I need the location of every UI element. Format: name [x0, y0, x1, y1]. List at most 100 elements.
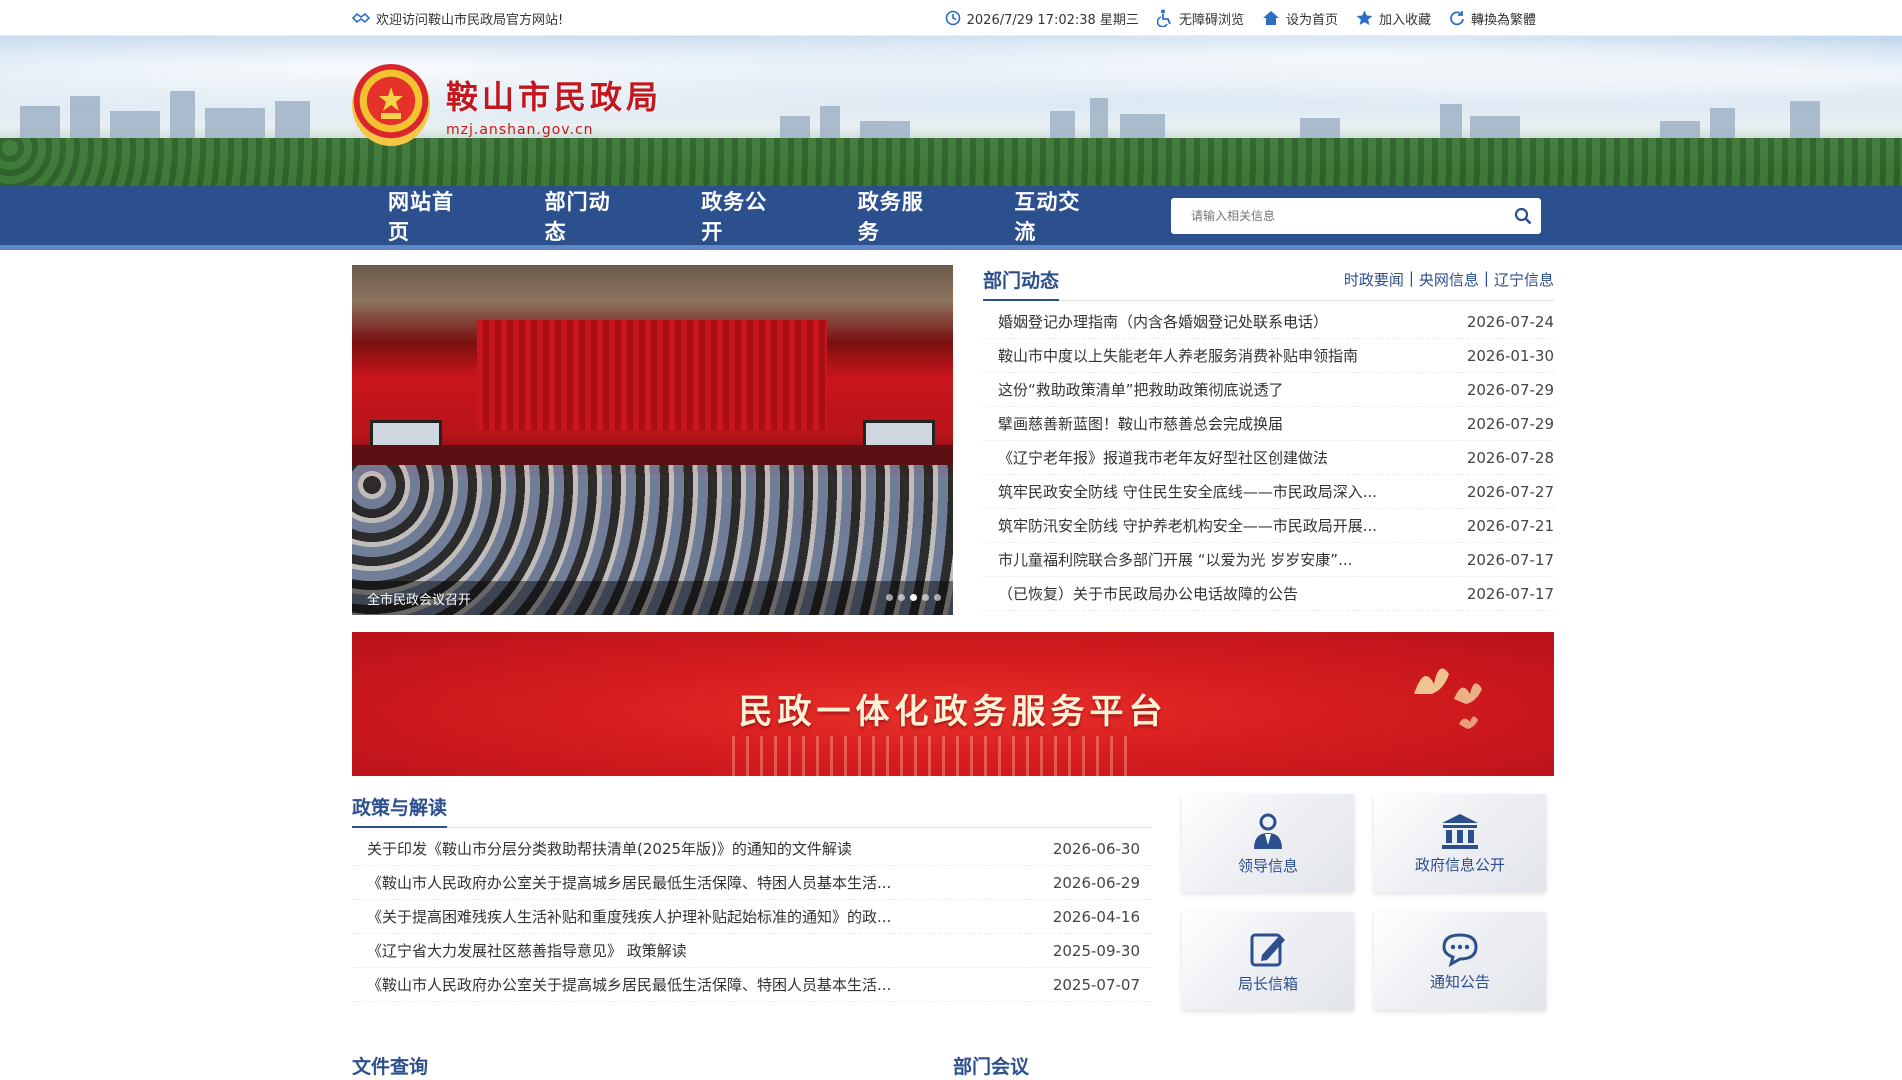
file-query-title[interactable]: 文件查询 [352, 1052, 953, 1079]
policy-item-title: 关于印发《鞍山市分层分类救助帮扶清单(2025年版)》的通知的文件解读 [367, 840, 852, 858]
accessibility-label: 无障碍浏览 [1178, 12, 1244, 28]
list-item[interactable]: 擘画慈善新蓝图！鞍山市慈善总会完成换届 2026-07-29 [983, 407, 1554, 441]
tile-label: 政府信息公开 [1414, 855, 1505, 874]
link-current-affairs[interactable]: 时政要闻 [1344, 269, 1404, 290]
dept-news-panel: 部门动态 时政要闻 | 央网信息 | 辽宁信息 婚姻登记办理指南（内含各婚姻登记… [983, 265, 1554, 615]
clock-datetime: 2026/7/29 17:02:38 星期三 [945, 9, 1139, 28]
nav-dept-news[interactable]: 部门动态 [545, 186, 632, 246]
list-item[interactable]: （已恢复）关于市民政局办公电话故障的公告 2026-07-17 [983, 577, 1554, 611]
news-date: 2026-01-30 [1466, 346, 1554, 365]
datetime-text: 2026/7/29 17:02:38 星期三 [966, 12, 1139, 28]
link-liaoning[interactable]: 辽宁信息 [1494, 269, 1554, 290]
search-button[interactable] [1505, 198, 1541, 234]
news-title: 擘画慈善新蓝图！鞍山市慈善总会完成换届 [998, 415, 1284, 433]
slider-dot[interactable] [934, 594, 941, 601]
news-date: 2026-07-21 [1466, 516, 1554, 535]
leader-icon [1254, 813, 1282, 849]
nav-interaction[interactable]: 互动交流 [1014, 186, 1101, 246]
traditional-label: 轉換為繁體 [1470, 12, 1536, 28]
slider-dot-active[interactable] [910, 594, 917, 601]
tile-gov-info-public[interactable]: 政府信息公开 [1374, 794, 1546, 892]
banner-trees [0, 138, 1902, 186]
policy-item-date: 2026-06-29 [1052, 873, 1140, 892]
welcome-text: 欢迎访问鞍山市民政局官方网站! [376, 12, 564, 28]
news-title: 筑牢防汛安全防线 守护养老机构安全——市民政局开展... [998, 517, 1378, 535]
photo-slider[interactable]: 全市民政会议召开 [352, 265, 953, 615]
news-date: 2026-07-24 [1466, 312, 1554, 331]
news-date: 2026-07-27 [1466, 482, 1554, 501]
list-item[interactable]: 《辽宁老年报》报道我市老年友好型社区创建做法 2026-07-28 [983, 441, 1554, 475]
slider-dot[interactable] [898, 594, 905, 601]
news-date: 2026-07-28 [1466, 448, 1554, 467]
header-banner: 鞍山市民政局 mzj.anshan.gov.cn [0, 36, 1902, 186]
handshake-icon [352, 12, 370, 24]
edit-mail-icon [1250, 933, 1285, 966]
service-platform-title: 民政一体化政务服务平台 [738, 692, 1168, 732]
set-home-link[interactable]: 设为首页 [1262, 9, 1338, 28]
nav-gov-services[interactable]: 政务服务 [858, 186, 945, 246]
news-title: 筑牢民政安全防线 守住民生安全底线——市民政局深入... [998, 483, 1378, 501]
news-title: 《辽宁老年报》报道我市老年友好型社区创建做法 [998, 449, 1329, 467]
policy-panel: 政策与解读 关于印发《鞍山市分层分类救助帮扶清单(2025年版)》的通知的文件解… [352, 792, 1152, 1010]
policy-item-date: 2026-06-30 [1052, 839, 1140, 858]
dept-meeting-title[interactable]: 部门会议 [953, 1052, 1029, 1079]
news-title: 鞍山市中度以上失能老年人养老服务消费补贴申领指南 [998, 347, 1359, 365]
service-platform-banner[interactable]: 民政一体化政务服务平台 [352, 632, 1554, 776]
policy-item-title: 《辽宁省大力发展社区慈善指导意见》 政策解读 [367, 942, 687, 960]
news-title: （已恢复）关于市民政局办公电话故障的公告 [998, 585, 1299, 603]
policy-item-date: 2026-04-16 [1052, 907, 1140, 926]
list-item[interactable]: 这份“救助政策清单”把救助政策彻底说透了 2026-07-29 [983, 373, 1554, 407]
policy-item-date: 2025-09-30 [1052, 941, 1140, 960]
accessibility-link[interactable]: 无障碍浏览 [1156, 9, 1244, 28]
list-item[interactable]: 筑牢防汛安全防线 守护养老机构安全——市民政局开展... 2026-07-21 [983, 509, 1554, 543]
nav-home[interactable]: 网站首页 [352, 186, 475, 246]
top-bar: 欢迎访问鞍山市民政局官方网站! 2026/7/29 17:02:38 星期三 无… [0, 0, 1902, 36]
link-separator: | [1483, 269, 1489, 287]
chat-bubble-icon [1442, 932, 1478, 967]
list-item[interactable]: 《辽宁省大力发展社区慈善指导意见》 政策解读 2025-09-30 [352, 934, 1152, 968]
slider-dot[interactable] [886, 594, 893, 601]
traditional-chinese-link[interactable]: 轉換為繁體 [1449, 9, 1536, 28]
star-icon [1356, 10, 1373, 25]
policy-item-title: 《鞍山市人民政府办公室关于提高城乡居民最低生活保障、特困人员基本生活... [367, 874, 892, 892]
site-title: 鞍山市民政局 [446, 78, 663, 116]
favorite-link[interactable]: 加入收藏 [1356, 9, 1431, 28]
clock-icon [945, 10, 960, 26]
list-item[interactable]: 《鞍山市人民政府办公室关于提高城乡居民最低生活保障、特困人员基本生活... 202… [352, 968, 1152, 1002]
nav-gov-affairs[interactable]: 政务公开 [701, 186, 788, 246]
banner-skyline [732, 736, 1132, 776]
tile-leader-info[interactable]: 领导信息 [1182, 794, 1354, 892]
site-domain: mzj.anshan.gov.cn [446, 122, 594, 138]
policy-title[interactable]: 政策与解读 [352, 793, 448, 828]
policy-item-title: 《关于提高困难残疾人生活补贴和重度残疾人护理补贴起始标准的通知》的政... [367, 908, 892, 926]
list-item[interactable]: 市儿童福利院联合多部门开展 “以爱为光 岁岁安康”... 2026-07-17 [983, 543, 1554, 577]
quick-links: 领导信息 政府信息公开 局长信箱 通知公告 [1182, 794, 1546, 1010]
main-nav: 网站首页 部门动态 政务公开 政务服务 互动交流 [0, 186, 1902, 250]
tile-label: 领导信息 [1237, 856, 1298, 875]
welcome-message: 欢迎访问鞍山市民政局官方网站! [352, 9, 563, 28]
set-home-label: 设为首页 [1285, 12, 1338, 28]
link-separator: | [1408, 269, 1414, 287]
list-item[interactable]: 筑牢民政安全防线 守住民生安全底线——市民政局深入... 2026-07-27 [983, 475, 1554, 509]
news-date: 2026-07-29 [1466, 380, 1554, 399]
list-item[interactable]: 关于印发《鞍山市分层分类救助帮扶清单(2025年版)》的通知的文件解读 2026-… [352, 832, 1152, 866]
slider-dot[interactable] [922, 594, 929, 601]
news-date: 2026-07-29 [1466, 414, 1554, 433]
emblem-star-icon [379, 87, 403, 119]
doves-icon [1414, 668, 1482, 729]
link-central-gov[interactable]: 央网信息 [1419, 269, 1479, 290]
tile-director-mailbox[interactable]: 局长信箱 [1182, 912, 1354, 1010]
site-logo[interactable]: 鞍山市民政局 mzj.anshan.gov.cn [352, 64, 662, 146]
search-box [1170, 197, 1541, 234]
policy-item-title: 《鞍山市人民政府办公室关于提高城乡居民最低生活保障、特困人员基本生活... [367, 976, 892, 994]
list-item[interactable]: 鞍山市中度以上失能老年人养老服务消费补贴申领指南 2026-01-30 [983, 339, 1554, 373]
tile-label: 局长信箱 [1237, 974, 1298, 993]
list-item[interactable]: 《关于提高困难残疾人生活补贴和重度残疾人护理补贴起始标准的通知》的政... 202… [352, 900, 1152, 934]
tile-label: 通知公告 [1429, 972, 1490, 991]
search-icon [1514, 207, 1532, 224]
tile-notices[interactable]: 通知公告 [1374, 912, 1546, 1010]
list-item[interactable]: 婚姻登记办理指南（内含各婚姻登记处联系电话） 2026-07-24 [983, 305, 1554, 339]
list-item[interactable]: 《鞍山市人民政府办公室关于提高城乡居民最低生活保障、特困人员基本生活... 202… [352, 866, 1152, 900]
dept-news-title[interactable]: 部门动态 [983, 266, 1060, 301]
search-input[interactable] [1170, 208, 1505, 223]
